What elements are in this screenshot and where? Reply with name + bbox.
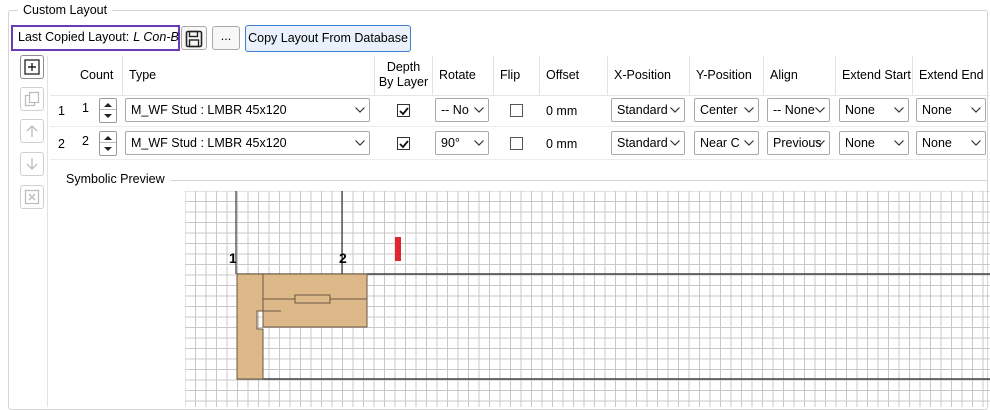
type-value: M_WF Stud : LMBR 45x120 [131,136,287,150]
row-number: 1 [58,104,65,118]
chevron-down-icon [815,140,825,146]
align-select[interactable]: -- None [767,98,830,122]
chevron-down-icon [744,107,754,113]
chevron-down-icon [355,140,365,146]
header-depth-line2: By Layer [378,75,429,89]
row-rule [50,126,990,127]
marker-label-1: 1 [229,250,237,266]
chevron-down-icon [894,140,904,146]
browse-button[interactable]: ... [212,26,240,50]
chevron-down-icon [474,107,484,113]
chevron-down-icon [355,107,365,113]
count-stepper[interactable] [99,98,117,123]
stepper-down-icon[interactable] [100,111,116,122]
count-stepper[interactable] [99,131,117,156]
extend-start-select[interactable]: None [839,98,909,122]
header-rotate[interactable]: Rotate [432,56,493,95]
stud-member-2 [262,273,368,328]
checkmark-icon [399,140,409,149]
header-rule [50,95,990,96]
copy-layout-button[interactable]: Copy Layout From Database [245,25,411,52]
move-down-icon [26,158,38,170]
rotate-select[interactable]: 90° [435,131,489,155]
depth-by-layer-checkbox[interactable] [397,104,410,117]
extend-end-select[interactable]: None [916,131,986,155]
stepper-up-icon[interactable] [100,132,116,143]
chevron-down-icon [971,107,981,113]
align-select[interactable]: Previous [767,131,830,155]
chevron-down-icon [670,107,680,113]
count-value[interactable]: 2 [82,134,89,148]
chevron-down-icon [744,140,754,146]
preview-title: Symbolic Preview [66,172,165,186]
move-up-button[interactable] [20,119,44,143]
header-depth-line1: Depth [386,60,421,74]
add-row-button[interactable] [20,55,44,79]
move-up-icon [26,125,38,137]
row-rule [50,159,990,160]
header-flip[interactable]: Flip [493,56,539,95]
header-y-position[interactable]: Y-Position [689,56,763,95]
stepper-down-icon[interactable] [100,144,116,155]
header-align[interactable]: Align [763,56,835,95]
direction-indicator [395,237,401,261]
offset-value[interactable]: 0 mm [546,137,577,151]
x-position-select[interactable]: Standard [611,98,685,122]
type-value: M_WF Stud : LMBR 45x120 [131,103,287,117]
chevron-down-icon [971,140,981,146]
stud-member-1 [236,273,264,380]
header-type[interactable]: Type [122,56,374,95]
header-depth-by-layer[interactable]: Depth By Layer [374,56,432,95]
header-extend-start[interactable]: Extend Start [835,56,912,95]
rotate-select[interactable]: -- No [435,98,489,122]
marker-label-2: 2 [339,250,347,266]
chevron-down-icon [670,140,680,146]
last-copied-layout: Last Copied Layout: L Con-B [11,25,180,51]
header-offset[interactable]: Offset [539,56,607,95]
flip-checkbox[interactable] [510,137,523,150]
chevron-down-icon [474,140,484,146]
symbolic-preview-canvas [185,191,990,407]
flip-checkbox[interactable] [510,104,523,117]
header-x-position[interactable]: X-Position [607,56,689,95]
last-copied-value: L Con-B [133,30,179,44]
sidebar-divider [47,56,48,407]
duplicate-row-icon [24,91,40,107]
save-layout-button[interactable] [181,26,207,50]
depth-by-layer-checkbox[interactable] [397,137,410,150]
move-down-button[interactable] [20,152,44,176]
type-select[interactable]: M_WF Stud : LMBR 45x120 [125,131,370,155]
extend-end-select[interactable]: None [916,98,986,122]
extend-start-select[interactable]: None [839,131,909,155]
checkmark-icon [399,107,409,116]
offset-value[interactable]: 0 mm [546,104,577,118]
preview-rule [170,180,988,181]
last-copied-label: Last Copied Layout: [18,30,130,44]
duplicate-row-button[interactable] [20,87,44,111]
header-extend-end[interactable]: Extend End [912,56,990,95]
count-value[interactable]: 1 [82,101,89,115]
chevron-down-icon [894,107,904,113]
save-icon [185,30,203,48]
delete-row-icon [24,189,40,205]
delete-row-button[interactable] [20,185,44,209]
y-position-select[interactable]: Near C [694,131,759,155]
row-number: 2 [58,137,65,151]
stepper-up-icon[interactable] [100,99,116,110]
add-row-icon [24,59,40,75]
y-position-select[interactable]: Center [694,98,759,122]
chevron-down-icon [815,107,825,113]
type-select[interactable]: M_WF Stud : LMBR 45x120 [125,98,370,122]
header-count[interactable]: Count [74,56,122,95]
group-title: Custom Layout [18,3,113,17]
x-position-select[interactable]: Standard [611,131,685,155]
